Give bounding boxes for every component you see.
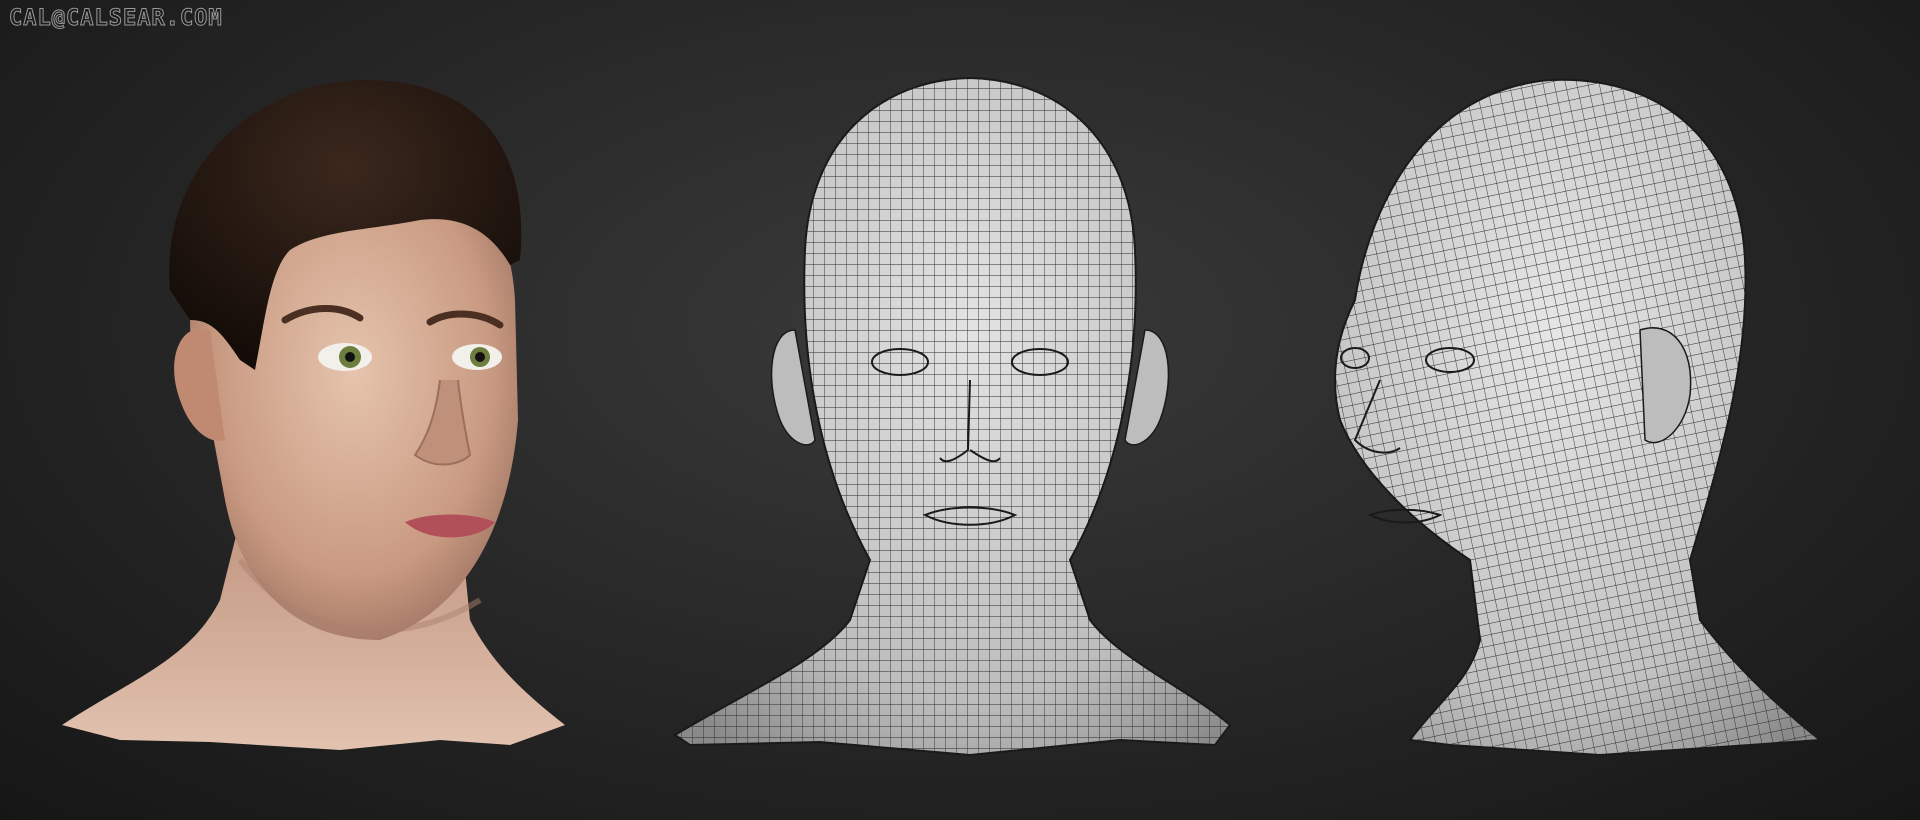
wireframe-front-illustration xyxy=(673,76,1232,757)
textured-head-illustration xyxy=(62,79,565,750)
wireframe-front-render xyxy=(670,0,1270,820)
textured-head-render xyxy=(40,0,600,820)
wireframe-side-illustration xyxy=(1334,78,1823,757)
wireframe-side-render xyxy=(1300,0,1860,820)
